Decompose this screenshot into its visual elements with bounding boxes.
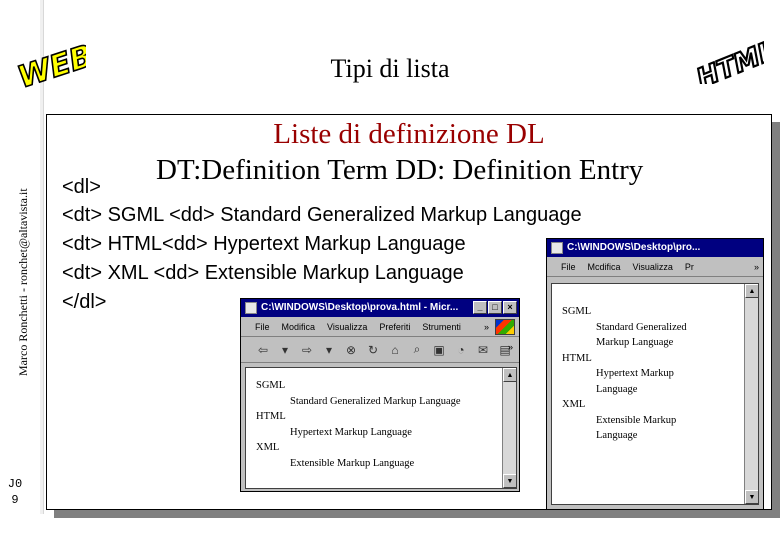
menu-modifica[interactable]: Modifica [282, 317, 316, 336]
menu-visualizza[interactable]: Visualizza [327, 317, 367, 336]
menu-bar: File Modifica Visualizza Preferiti Strum… [241, 317, 519, 337]
menu-modifica[interactable]: Mcdifica [588, 257, 621, 276]
refresh-icon[interactable]: ↻ [365, 343, 381, 357]
scroll-up-arrow[interactable]: ▲ [745, 284, 758, 298]
mail-icon[interactable]: ✉ [475, 343, 491, 357]
definition-term: HTML [256, 411, 286, 422]
document-view: SGML Standard Generalized Markup Language… [245, 367, 517, 489]
document-view: SGML Standard Generalized Markup Language H… [551, 283, 759, 505]
definition-entry: Hypertext Markup [596, 368, 674, 379]
window-titlebar[interactable]: C:\WINDOWS\Desktop\prova.html - Micr... … [241, 299, 519, 317]
stop-icon[interactable]: ⊗ [343, 343, 359, 357]
definition-entry: Standard Generalized Markup Language [290, 395, 461, 407]
search-icon[interactable]: ⌕ [409, 342, 425, 357]
author-credit: Marco Ronchetti - ronchet@altavista.it [16, 188, 30, 376]
history-icon[interactable]: ◔ [453, 343, 469, 357]
menu-bar: File Mcdifica Visualizza Pr » [547, 257, 763, 277]
window-controls: _ □ × [473, 301, 517, 314]
menu-more-chevron[interactable]: » [754, 257, 759, 277]
code-line: <dt> HTML<dd> Hypertext Markup Language [62, 233, 466, 255]
forward-arrow-icon[interactable]: ⇨ [299, 343, 315, 357]
section-subheading: DT:Definition Term DD: Definition Entry [156, 154, 644, 186]
definition-term: SGML [256, 380, 286, 391]
scroll-up-arrow[interactable]: ▲ [503, 368, 516, 382]
favorites-icon[interactable]: ▣ [431, 343, 447, 357]
definition-entry: Extensible Markup Language [290, 457, 415, 469]
back-arrow-icon[interactable]: ⇦ [255, 343, 271, 357]
window-title: C:\WINDOWS\Desktop\prova.html - Micr... [261, 302, 459, 313]
definition-term: HTML [562, 352, 592, 364]
scroll-down-arrow[interactable]: ▼ [745, 490, 758, 504]
browser-window-narrow[interactable]: C:\WINDOWS\Desktop\pro... File Mcdifica … [546, 238, 764, 510]
page-number: J0 9 [7, 477, 23, 507]
menu-more-chevron[interactable]: » [484, 317, 489, 337]
dropdown-icon[interactable]: ▾ [277, 343, 293, 357]
definition-entry: Markup Language [596, 337, 674, 348]
menu-file[interactable]: File [561, 257, 576, 276]
menu-preferiti[interactable]: Preferiti [379, 317, 410, 336]
definition-entry: Extensible Markup [596, 414, 677, 426]
code-line: <dt> SGML <dd> Standard Generalized Mark… [62, 204, 582, 226]
toolbar-more-chevron[interactable]: » [508, 342, 513, 352]
browser-window-main[interactable]: C:\WINDOWS\Desktop\prova.html - Micr... … [240, 298, 520, 492]
definition-term: XML [562, 399, 586, 410]
window-titlebar[interactable]: C:\WINDOWS\Desktop\pro... [547, 239, 763, 257]
definition-term: XML [256, 442, 280, 453]
definition-entry: Standard Generalized [596, 321, 687, 333]
ie-app-icon [551, 242, 563, 254]
definition-entry: Language [596, 430, 638, 441]
windows-logo-icon [495, 319, 515, 335]
maximize-button[interactable]: □ [488, 301, 502, 314]
code-line: <dl> [62, 176, 101, 198]
window-title: C:\WINDOWS\Desktop\pro... [567, 242, 701, 253]
code-line: <dt> XML <dd> Extensible Markup Language [62, 262, 464, 284]
definition-entry: Hypertext Markup Language [290, 426, 412, 438]
definition-entry: Language [596, 383, 638, 395]
home-icon[interactable]: ⌂ [387, 343, 403, 357]
menu-preferiti[interactable]: Pr [685, 257, 694, 276]
dropdown-icon[interactable]: ▾ [321, 343, 337, 357]
menu-visualizza[interactable]: Visualizza [633, 257, 673, 276]
browser-toolbar: ⇦ ▾ ⇨ ▾ ⊗ ↻ ⌂ ⌕ ▣ ◔ ✉ ▤ » [241, 337, 519, 363]
close-button[interactable]: × [503, 301, 517, 314]
menu-strumenti[interactable]: Strumenti [422, 317, 461, 336]
vertical-scrollbar[interactable]: ▲ ▼ [502, 368, 516, 488]
section-heading: Liste di definizione DL [273, 118, 545, 150]
slide-title: Tipi di lista [330, 54, 450, 83]
code-line: </dl> [62, 291, 107, 313]
ie-app-icon [245, 302, 257, 314]
minimize-button[interactable]: _ [473, 301, 487, 314]
menu-file[interactable]: File [255, 317, 270, 336]
scroll-down-arrow[interactable]: ▼ [503, 474, 516, 488]
definition-term: SGML [562, 306, 592, 317]
vertical-scrollbar[interactable]: ▲ ▼ [744, 284, 758, 504]
